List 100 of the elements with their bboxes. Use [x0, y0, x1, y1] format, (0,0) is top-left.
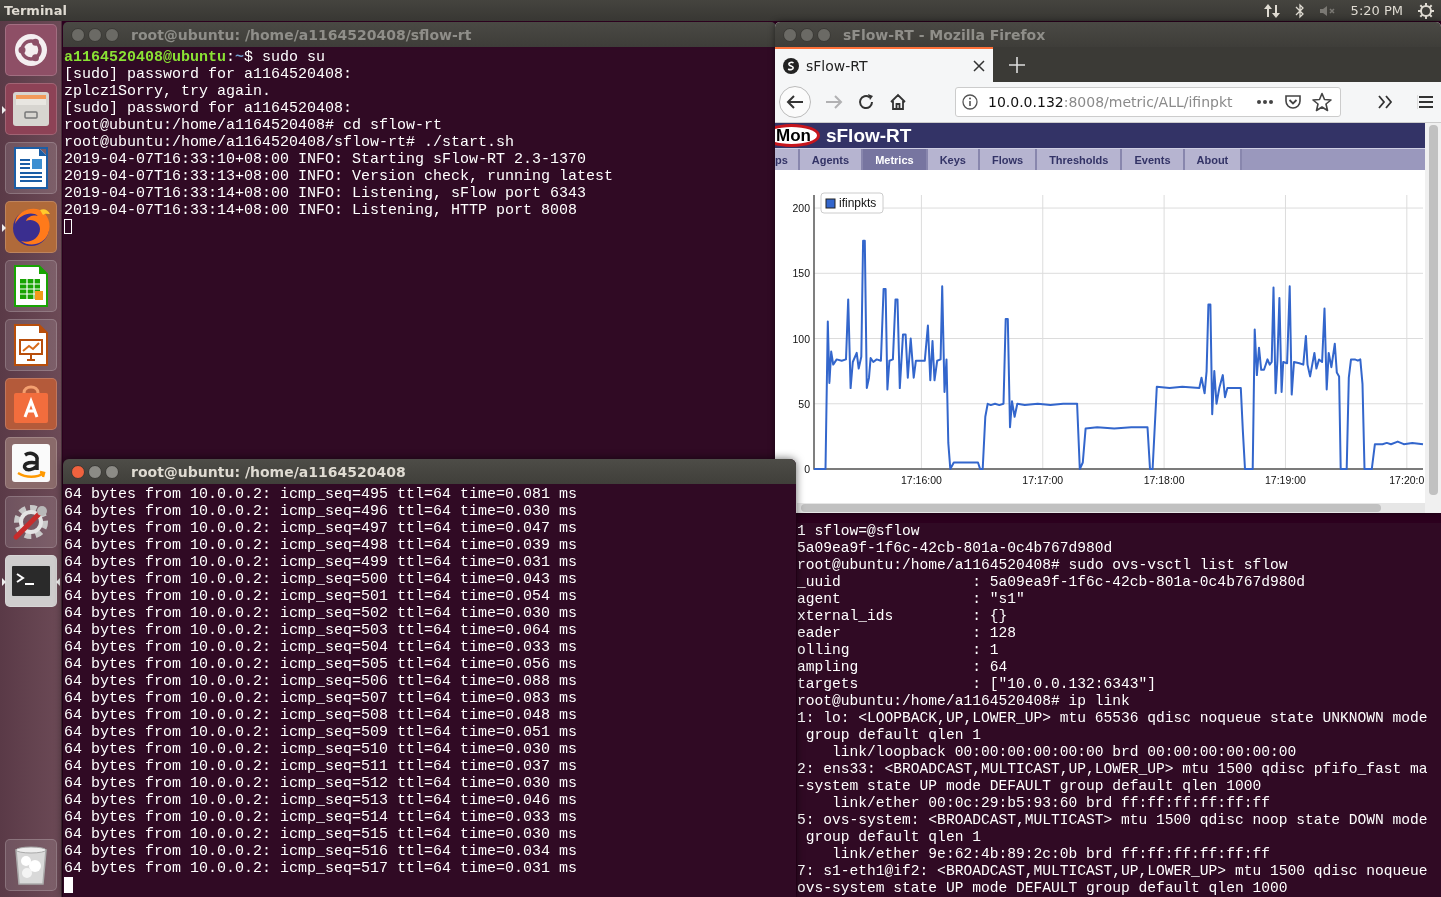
gear-icon[interactable] [1417, 1, 1435, 20]
launcher-button[interactable] [4, 378, 57, 430]
terminal-line: link/ether 9e:62:4b:89:2c:0b brd ff:ff:ff:ff:ff:ff [831, 846, 1271, 863]
legend-box [820, 192, 884, 214]
x-tick-label: 17:19:00 [1265, 474, 1306, 486]
new-tab-icon[interactable] [1009, 56, 1025, 73]
terminal-line: 2: ens33: <BROADCAST,MULTICAST,UP,LOWER_UP> mtu 1500 qdisc pfifo_fast ma [797, 761, 1429, 778]
bluetooth-icon[interactable] [1294, 2, 1305, 19]
terminal-line: 64 bytes from 10.0.0.2: icmp_seq=516 ttl=64 time=0.034 ms [64, 843, 579, 860]
terminal-line: ampling : 64 [797, 659, 1009, 676]
launcher-button[interactable] [4, 24, 57, 76]
terminal-line: 64 bytes from 10.0.0.2: icmp_seq=506 ttl=64 time=0.088 ms [64, 673, 579, 690]
x-tick-label: 17:20:0 [1389, 474, 1425, 486]
terminal-line: 7: s1-eth1@if2: <BROADCAST,MULTICAST,UP,LOWER_UP> mtu 1500 qdisc noqueue [797, 863, 1429, 880]
pocket-icon[interactable] [1284, 93, 1302, 111]
terminal-line: 2019-04-07T16:33:10+08:00 INFO: Starting sFlow-RT 2.3-1370 [64, 151, 588, 168]
overflow-chevron-icon[interactable] [1377, 95, 1393, 109]
close-button[interactable] [71, 464, 85, 479]
terminal-line: 64 bytes from 10.0.0.2: icmp_seq=499 ttl=64 time=0.031 ms [64, 554, 579, 571]
window-title: root@ubuntu: /home/a1164520408/sflow-rt [131, 26, 472, 43]
back-button[interactable] [779, 86, 811, 118]
star-icon[interactable] [1312, 92, 1332, 112]
nav-tab[interactable]: Flows [979, 149, 1038, 170]
launcher-button[interactable] [4, 319, 57, 371]
terminal-line: link/loopback 00:00:00:00:00:00 brd 00:00:00:00:00:00 [831, 744, 1298, 761]
terminal-line: olling : 1 [797, 642, 1000, 659]
terminal-line: 64 bytes from 10.0.0.2: icmp_seq=507 ttl=64 time=0.083 ms [64, 690, 579, 707]
browser-tab[interactable]: sFlow-RT [775, 47, 993, 82]
terminal-line: 1: lo: <LOOPBACK,UP,LOWER_UP> mtu 65536 qdisc noqueue state UNKNOWN mode [797, 710, 1429, 727]
text-cursor [64, 219, 72, 234]
launcher-button[interactable] [4, 555, 57, 607]
terminal-line: 64 bytes from 10.0.0.2: icmp_seq=512 ttl=64 time=0.030 ms [64, 775, 579, 792]
network-icon[interactable] [1262, 2, 1281, 19]
legend-label: ifinpkts [839, 196, 877, 210]
document-icon [12, 147, 49, 189]
terminal-line: 5a09ea9f-1f6c-42cb-801a-0c4b767d980d [797, 540, 1114, 557]
terminal-line: 64 bytes from 10.0.0.2: icmp_seq=500 ttl=64 time=0.043 ms [64, 571, 579, 588]
menu-icon[interactable] [1417, 95, 1434, 109]
info-icon[interactable] [962, 94, 978, 110]
more-icon[interactable] [1256, 99, 1274, 105]
terminal-line: 64 bytes from 10.0.0.2: icmp_seq=509 ttl=64 time=0.051 ms [64, 724, 579, 741]
horizontal-scrollbar[interactable] [797, 503, 1425, 513]
minimize-button[interactable] [88, 464, 102, 479]
nav-tab[interactable]: ps [775, 149, 800, 170]
launcher-button[interactable] [4, 839, 57, 891]
terminal-line: 5: ovs-system: <BROADCAST,MULTICAST> mtu 1500 qdisc noop state DOWN mode [797, 812, 1429, 829]
terminal-line: -system state UP mode DEFAULT group default qlen 1000 [797, 778, 1263, 795]
terminal-line: root@ubuntu:/home/a1164520408/sflow-rt# ./start.sh [64, 134, 516, 151]
terminal-line: 64 bytes from 10.0.0.2: icmp_seq=502 ttl=64 time=0.030 ms [64, 605, 579, 622]
terminal-line: root@ubuntu:/home/a1164520408# sudo ovs-vsctl list sflow [797, 557, 1289, 574]
terminal-line: 64 bytes from 10.0.0.2: icmp_seq=505 ttl=64 time=0.056 ms [64, 656, 579, 673]
address-bar[interactable]: 10.0.0.132:8008/metric/ALL/ifinpkt [955, 87, 1341, 117]
launcher-button[interactable] [4, 260, 57, 312]
terminal-line: ovs-system state UP mode DEFAULT group default qlen 1000 [797, 880, 1289, 897]
nav-tab[interactable]: Thresholds [1037, 149, 1123, 170]
terminal-line: 64 bytes from 10.0.0.2: icmp_seq=508 ttl=64 time=0.048 ms [64, 707, 579, 724]
nav-tab[interactable]: Keys [927, 149, 980, 170]
x-tick-label: 17:16:00 [900, 474, 942, 486]
terminal-line: group default qlen 1 [804, 829, 982, 846]
nav-tab[interactable]: Agents [799, 149, 864, 170]
terminal-line: eader : 128 [797, 625, 1017, 642]
reload-icon[interactable] [857, 93, 875, 111]
terminal-line: [sudo] password for a1164520408: [64, 100, 354, 117]
maximize-button[interactable] [105, 464, 119, 479]
app-name: Terminal [4, 3, 67, 18]
terminal-line: 64 bytes from 10.0.0.2: icmp_seq=503 ttl=64 time=0.064 ms [64, 622, 579, 639]
terminal-line: 2019-04-07T16:33:14+08:00 INFO: Listening, sFlow port 6343 [64, 185, 588, 202]
site-title: sFlow-RT [825, 124, 912, 147]
terminal-line: link/ether 00:0c:29:b5:93:60 brd ff:ff:ff:ff:ff:ff [831, 795, 1271, 812]
terminal-line: 64 bytes from 10.0.0.2: icmp_seq=514 ttl=64 time=0.033 ms [64, 809, 579, 826]
x-tick-label: 17:17:00 [1022, 474, 1064, 486]
launcher-button[interactable] [4, 496, 57, 548]
spreadsheet-icon [12, 265, 49, 307]
close-icon[interactable] [973, 59, 985, 72]
muted-speaker-icon[interactable] [1318, 3, 1337, 18]
terminal-line: 1 sflow=@sflow [797, 523, 921, 540]
logo: Mon [775, 124, 820, 148]
terminal-line: 64 bytes from 10.0.0.2: icmp_seq=513 ttl=64 time=0.046 ms [64, 792, 579, 809]
terminal-icon [9, 564, 52, 598]
terminal-line: 64 bytes from 10.0.0.2: icmp_seq=504 ttl=64 time=0.033 ms [64, 639, 579, 656]
terminal-line: group default qlen 1 [804, 727, 982, 744]
y-tick-label: 150 [792, 267, 810, 280]
y-tick-label: 100 [792, 332, 810, 345]
back-arrow-icon [786, 94, 804, 110]
home-icon[interactable] [889, 93, 907, 111]
launcher-button[interactable] [4, 83, 57, 135]
terminal-line: 64 bytes from 10.0.0.2: icmp_seq=517 ttl=64 time=0.031 ms [64, 860, 579, 877]
launcher-button[interactable] [4, 142, 57, 194]
terminal-line: 2019-04-07T16:33:13+08:00 INFO: Version check, running latest [64, 168, 615, 185]
launcher-button[interactable] [4, 437, 57, 489]
vertical-scrollbar[interactable] [1425, 123, 1441, 513]
clock[interactable]: 5:20 PM [1350, 3, 1403, 18]
terminal-line: 64 bytes from 10.0.0.2: icmp_seq=496 ttl=64 time=0.030 ms [64, 503, 579, 520]
y-tick-label: 50 [798, 397, 810, 410]
legend-swatch [825, 198, 836, 209]
nav-tab[interactable]: Events [1122, 149, 1185, 170]
window-title: root@ubuntu: /home/a1164520408 [131, 463, 406, 480]
nav-tab[interactable]: Metrics [863, 149, 928, 170]
nav-tab[interactable]: About [1184, 149, 1243, 170]
terminal-line: 64 bytes from 10.0.0.2: icmp_seq=511 ttl=64 time=0.037 ms [64, 758, 579, 775]
